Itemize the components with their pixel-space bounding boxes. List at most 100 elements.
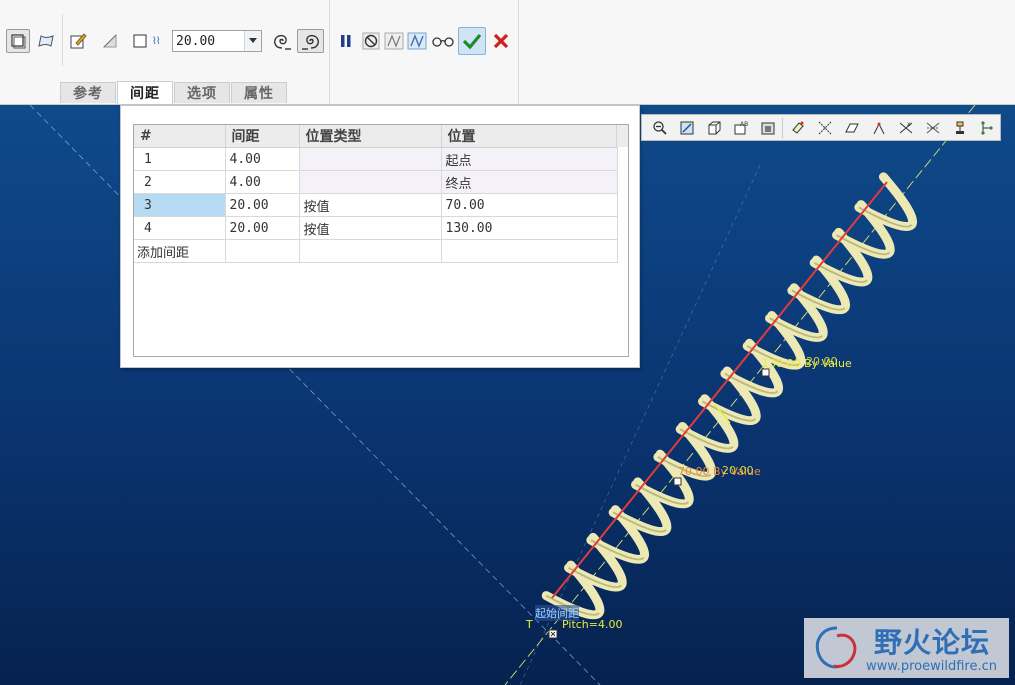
column-header-location[interactable]: 位置 [441,125,618,148]
svg-text:AB: AB [740,121,748,128]
row-index: 3 [134,193,226,217]
verify-button[interactable] [431,29,455,53]
column-header-location-type[interactable]: 位置类型 [299,125,442,148]
row-index: 1 [134,147,226,171]
location-cell[interactable]: 终点 [441,170,618,194]
edit-sketch-button[interactable] [66,29,90,53]
saved-views-icon: AB [734,121,748,134]
display-style-icon [761,122,774,134]
tab-properties[interactable]: 属性 [231,82,287,103]
refit-button[interactable] [673,117,700,139]
pitch-value-70[interactable]: 20.00 [722,464,754,477]
feature-preview-button[interactable] [405,29,429,53]
table-row[interactable]: 3 20.00 按值 70.00 [134,193,618,217]
geometry-preview-icon [384,32,404,50]
watermark-logo-icon [815,626,857,669]
datum-planes-icon [791,121,804,134]
location-cell[interactable]: 130.00 [441,216,618,240]
cancel-button[interactable] [489,29,513,53]
table-row[interactable]: 1 4.00 起点 [134,147,618,171]
no-preview-button[interactable] [359,29,383,53]
tab-pitch[interactable]: 间距 [117,81,173,104]
empty-cell [441,239,618,263]
ok-check-icon [462,33,482,50]
site-watermark: 野火论坛 www.proewildfire.cn [804,618,1009,678]
surface-button[interactable] [34,29,58,53]
remove-material-button[interactable] [98,29,122,53]
feature-dashboard: ⌇⌇ 参考 间距 选项 属性 [0,0,1015,105]
csys-icon: x [899,121,912,133]
pitch-table-frame: # 间距 位置类型 位置 1 4.00 起点 2 4.00 终点 3 20.00… [133,124,629,357]
pitch-point-handle[interactable] [761,368,770,377]
pitch-icon: ⌇⌇ [152,36,161,47]
solid-button[interactable] [6,29,30,53]
feature-preview-icon [407,32,427,50]
pause-icon [341,35,351,47]
tab-references[interactable]: 参考 [60,82,116,103]
pitch-cell[interactable]: 20.00 [225,193,300,217]
add-pitch-link[interactable]: 添加间距 [134,239,226,263]
chevron-down-icon[interactable] [244,31,261,51]
right-handed-button[interactable] [297,29,324,53]
pitch-panel: # 间距 位置类型 位置 1 4.00 起点 2 4.00 终点 3 20.00… [120,105,640,368]
verify-glasses-icon [432,37,454,47]
csys-button[interactable]: x [892,117,919,139]
pitch-point-handle[interactable] [673,477,682,486]
remove-material-icon [102,33,117,48]
start-pitch-label[interactable]: Pitch=4.00 [562,618,623,631]
point-display-button[interactable] [865,117,892,139]
table-header-row: # 间距 位置类型 位置 [134,125,618,148]
location-type-cell[interactable] [299,170,442,194]
solid-icon [11,34,26,49]
add-pitch-row[interactable]: 添加间距 [134,239,618,263]
model-tree-icon [980,120,993,135]
row-index: 2 [134,170,226,194]
pitch-cell[interactable]: 4.00 [225,147,300,171]
surface-icon [38,35,54,47]
datum-axes-button[interactable] [811,117,838,139]
pitch-combobox[interactable] [172,30,262,52]
pitch-input[interactable] [176,32,242,50]
svg-text:x: x [907,121,911,128]
location-cell[interactable]: 70.00 [441,193,618,217]
pitch-table: # 间距 位置类型 位置 1 4.00 起点 2 4.00 终点 3 20.00… [134,125,618,263]
annotation-icon [926,122,939,133]
tab-options[interactable]: 选项 [174,82,230,103]
thicken-button[interactable] [128,29,152,53]
display-style-button[interactable] [754,117,781,139]
slide-up-tabs: 参考 间距 选项 属性 [60,81,288,104]
watermark-url: www.proewildfire.cn [866,659,997,674]
location-type-cell[interactable] [299,147,442,171]
location-cell[interactable]: 起点 [441,147,618,171]
sketch-view-button[interactable] [838,117,865,139]
left-handed-button[interactable] [270,29,294,53]
column-header-pitch[interactable]: 间距 [225,125,300,148]
annotation-button[interactable] [919,117,946,139]
table-row[interactable]: 4 20.00 按值 130.00 [134,216,618,240]
no-preview-icon [362,32,380,50]
pitch-cell[interactable]: 4.00 [225,170,300,194]
zoom-out-button[interactable] [646,117,673,139]
empty-cell [225,239,300,263]
spin-center-button[interactable] [946,117,973,139]
empty-cell [299,239,442,263]
pause-button[interactable] [334,29,358,53]
location-type-cell[interactable]: 按值 [299,193,442,217]
datum-planes-button[interactable] [784,117,811,139]
separator [62,14,63,66]
saved-views-button[interactable]: AB [727,117,754,139]
model-tree-button[interactable] [973,117,1000,139]
pitch-cell[interactable]: 20.00 [225,216,300,240]
table-scrollbar[interactable] [616,125,628,147]
column-header-index[interactable]: # [134,125,226,148]
start-label-prefix: T [526,618,533,631]
pitch-value-130[interactable]: 20.00 [806,355,838,368]
ok-button[interactable] [458,27,486,55]
location-type-cell[interactable]: 按值 [299,216,442,240]
spin-center-icon [955,121,964,134]
thicken-icon [133,34,147,48]
geometry-preview-button[interactable] [382,29,406,53]
graphics-toolbar: AB x [641,114,1001,141]
table-row[interactable]: 2 4.00 终点 [134,170,618,194]
shading-button[interactable] [700,117,727,139]
